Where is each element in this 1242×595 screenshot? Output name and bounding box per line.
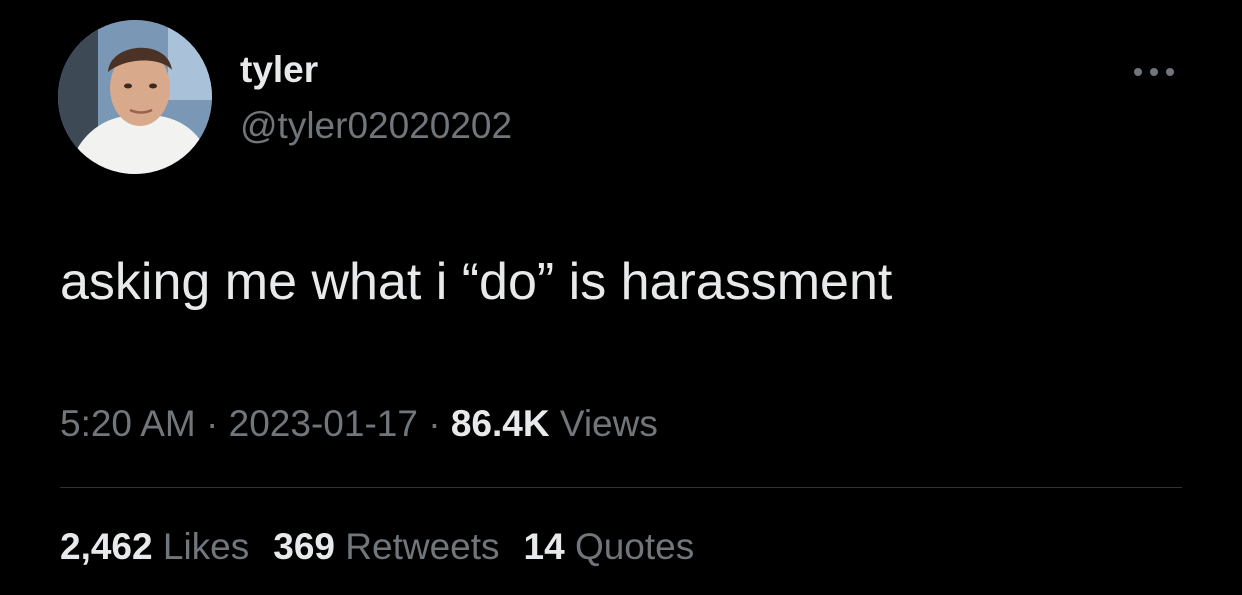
likes-label: Likes xyxy=(162,526,250,567)
quotes-count: 14 xyxy=(523,526,565,567)
views-label: Views xyxy=(559,403,658,444)
tweet-meta: 5:20 AM · 2023-01-17 · 86.4K Views xyxy=(60,400,658,448)
tweet-text: asking me what i “do” is harassment xyxy=(60,253,893,311)
meta-separator: · xyxy=(428,403,441,444)
tweet-time[interactable]: 5:20 AM xyxy=(60,403,196,444)
avatar[interactable] xyxy=(58,20,212,174)
tweet-date[interactable]: 2023-01-17 xyxy=(229,403,418,444)
retweets-count: 369 xyxy=(273,526,335,567)
likes-count: 2,462 xyxy=(60,526,153,567)
meta-separator: · xyxy=(206,403,219,444)
quotes-stat[interactable]: 14 Quotes xyxy=(524,526,695,567)
quotes-label: Quotes xyxy=(574,526,695,567)
tweet-detail: tyler @tyler02020202 asking me what i “d… xyxy=(0,0,1242,595)
retweets-label: Retweets xyxy=(345,526,500,567)
likes-stat[interactable]: 2,462 Likes xyxy=(60,526,249,567)
author-handle[interactable]: @tyler02020202 xyxy=(240,104,512,148)
retweets-stat[interactable]: 369 Retweets xyxy=(273,526,499,567)
divider xyxy=(60,487,1182,488)
views-count: 86.4K xyxy=(450,403,550,444)
more-options-icon xyxy=(1134,68,1174,76)
tweet-stats: 2,462 Likes 369 Retweets 14 Quotes xyxy=(60,523,718,571)
more-options-button[interactable] xyxy=(1128,58,1180,86)
author-display-name[interactable]: tyler xyxy=(240,48,318,92)
profile-photo xyxy=(58,20,212,174)
